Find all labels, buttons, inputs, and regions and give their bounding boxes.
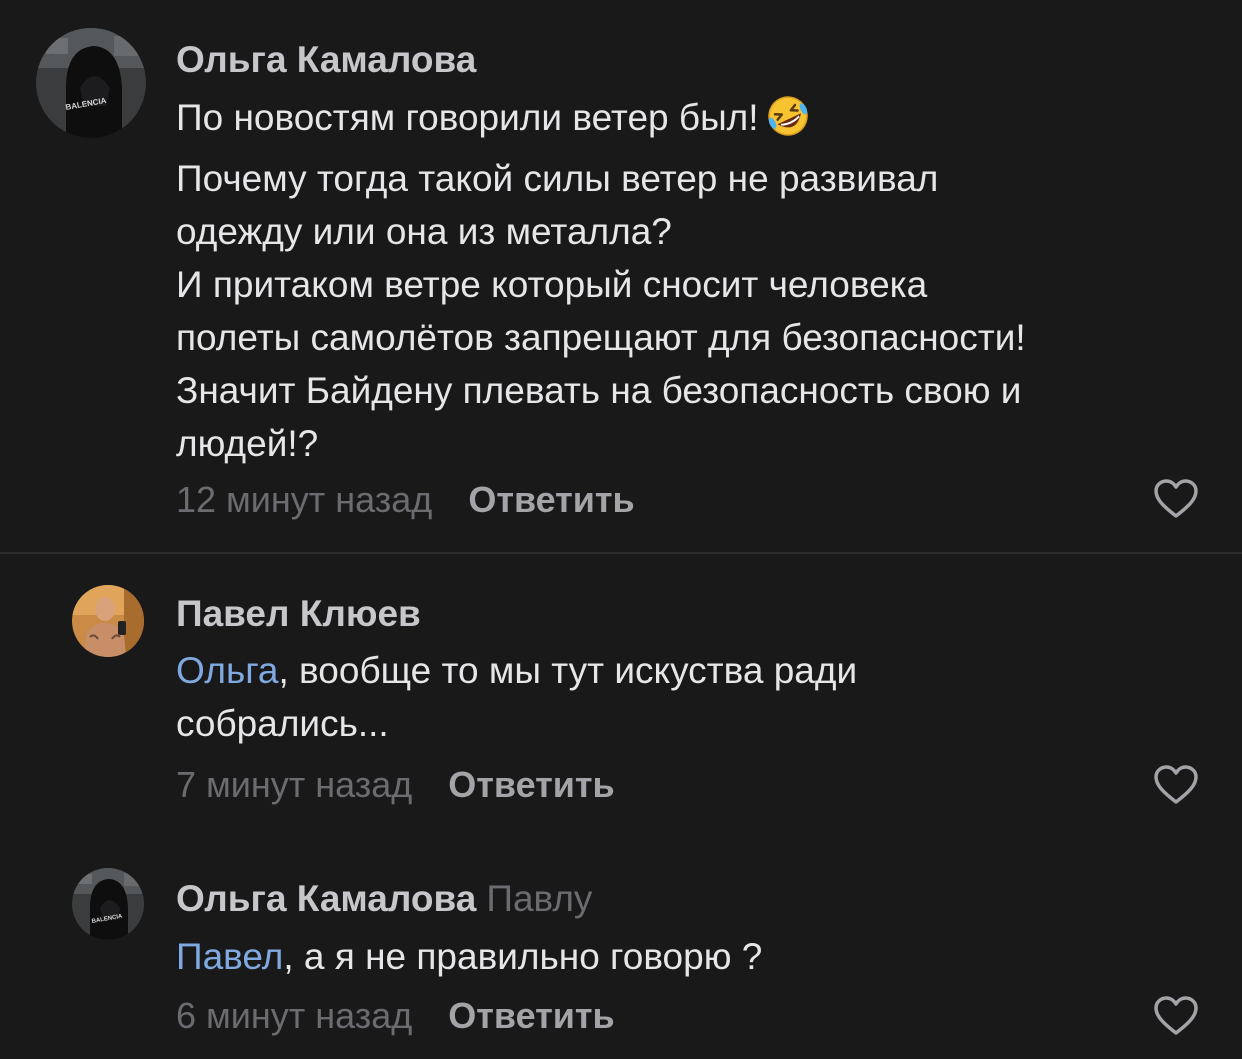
reply-to-label[interactable]: Павлу	[486, 878, 592, 919]
timestamp: 7 минут назад	[176, 764, 413, 805]
author-name[interactable]: Ольга Камалова	[176, 878, 476, 919]
reply-button[interactable]: Ответить	[468, 479, 634, 520]
hooded-person-avatar[interactable]: BALENCIA	[36, 28, 146, 138]
heart-outline-icon[interactable]	[1153, 995, 1199, 1037]
heart-outline-icon[interactable]	[1153, 478, 1199, 520]
author-name[interactable]: Ольга Камалова	[176, 39, 476, 80]
comment-line: По новостям говорили ветер был!	[176, 91, 1216, 152]
comment-meta: 7 минут назад Ответить	[176, 763, 615, 807]
comment-line: людей!?	[176, 423, 319, 464]
author-row: Ольга Камалова Павлу	[176, 877, 592, 921]
comment-line: полеты самолётов запрещают для безопасно…	[176, 317, 1026, 358]
author-name[interactable]: Павел Клюев	[176, 593, 421, 634]
hooded-person-avatar[interactable]: BALENCIA	[72, 868, 144, 940]
heart-outline-icon[interactable]	[1153, 764, 1199, 806]
timestamp: 12 минут назад	[176, 479, 433, 520]
comment-text: По новостям говорили ветер был! Почему т…	[176, 91, 1216, 470]
comment-line: собрались...	[176, 703, 389, 744]
comment-meta: 12 минут назад Ответить	[176, 478, 635, 522]
man-selfie-avatar[interactable]	[72, 585, 144, 657]
comment-text: Ольга, вообще то мы тут искуства ради со…	[176, 644, 1216, 750]
comment-line: Павел, а я не правильно говорю ?	[176, 936, 763, 977]
comment-line: одежду или она из металла?	[176, 211, 672, 252]
reply-button[interactable]: Ответить	[448, 995, 614, 1036]
mention-link[interactable]: Ольга	[176, 650, 279, 691]
timestamp: 6 минут назад	[176, 995, 413, 1036]
comment-line: Значит Байдену плевать на безопасность с…	[176, 370, 1022, 411]
author-row: Ольга Камалова	[176, 38, 476, 82]
rolling-on-floor-laughing-emoji	[763, 94, 813, 152]
comment-line: Почему тогда такой силы ветер не развива…	[176, 158, 939, 199]
comment-meta: 6 минут назад Ответить	[176, 994, 615, 1038]
divider	[0, 552, 1242, 554]
comment-line: Ольга, вообще то мы тут искуства ради	[176, 650, 858, 691]
comment-line: И притаком ветре который сносит человека	[176, 264, 928, 305]
comment-text: Павел, а я не правильно говорю ?	[176, 930, 1216, 983]
mention-link[interactable]: Павел	[176, 936, 283, 977]
reply-button[interactable]: Ответить	[448, 764, 614, 805]
author-row: Павел Клюев	[176, 592, 421, 636]
